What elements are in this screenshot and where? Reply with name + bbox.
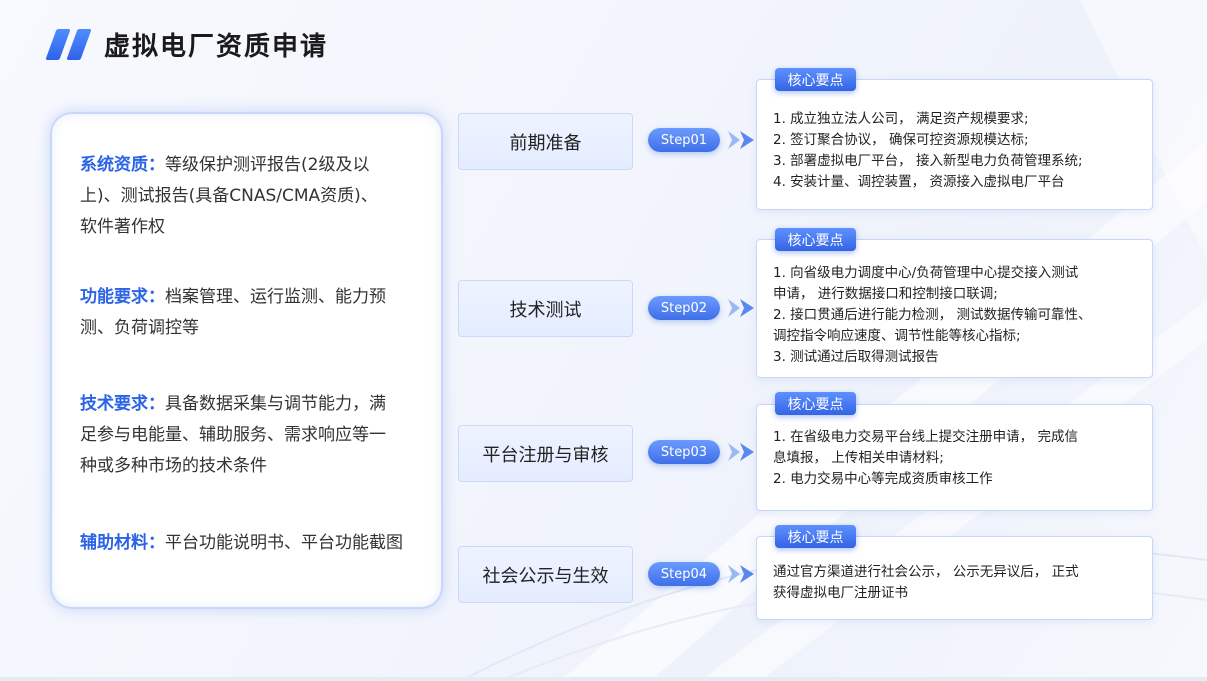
- core-point-line: 1. 在省级电力交易平台线上提交注册申请， 完成信: [773, 429, 1078, 445]
- requirement-label: 功能要求：: [80, 287, 165, 307]
- core-points-tag: 核心要点: [775, 228, 856, 251]
- requirement-text: 测、负荷调控等: [80, 318, 199, 338]
- requirement-text: 软件著作权: [80, 217, 165, 237]
- requirement-text: 等级保护测评报告(2级及以: [165, 155, 370, 175]
- step-name-box: 技术测试: [458, 280, 633, 337]
- core-points-tag: 核心要点: [775, 392, 856, 415]
- requirement-text: 平台功能说明书、平台功能截图: [165, 533, 403, 553]
- core-point-line: 息填报， 上传相关申请材料;: [773, 450, 944, 466]
- requirement-text: 具备数据采集与调节能力，满: [165, 394, 386, 414]
- requirement-text: 种或多种市场的技术条件: [80, 456, 267, 476]
- requirement-system-qualification: 系统资质：等级保护测评报告(2级及以 上)、测试报告(具备CNAS/CMA资质)…: [80, 150, 420, 243]
- step-name-box: 平台注册与审核: [458, 425, 633, 482]
- requirement-text: 档案管理、运行监测、能力预: [165, 287, 386, 307]
- core-points-box: 通过官方渠道进行社会公示， 公示无异议后， 正式 获得虚拟电厂注册证书: [756, 536, 1153, 620]
- page-title: 虚拟电厂资质申请: [104, 32, 329, 62]
- core-point-line: 3. 部署虚拟电厂平台， 接入新型电力负荷管理系统;: [773, 153, 1083, 169]
- double-chevron-arrow-icon: [728, 565, 754, 583]
- step-name-box: 社会公示与生效: [458, 546, 633, 603]
- requirement-label: 技术要求：: [80, 394, 165, 414]
- requirement-function: 功能要求：档案管理、运行监测、能力预 测、负荷调控等: [80, 282, 420, 344]
- core-point-line: 3. 测试通过后取得测试报告: [773, 349, 939, 365]
- bottom-divider: [0, 677, 1207, 681]
- core-points-box: 1. 向省级电力调度中心/负荷管理中心提交接入测试 申请， 进行数据接口和控制接…: [756, 239, 1153, 378]
- core-points-tag: 核心要点: [775, 68, 856, 91]
- requirement-text: 上)、测试报告(具备CNAS/CMA资质)、: [80, 186, 378, 206]
- step-number-badge: Step04: [648, 562, 720, 586]
- core-points-box: 1. 成立独立法人公司， 满足资产规模要求; 2. 签订聚合协议， 确保可控资源…: [756, 79, 1153, 210]
- double-chevron-arrow-icon: [728, 299, 754, 317]
- core-points-tag: 核心要点: [775, 525, 856, 548]
- core-point-line: 2. 电力交易中心等完成资质审核工作: [773, 471, 993, 487]
- core-point-line: 申请， 进行数据接口和控制接口联调;: [773, 286, 998, 302]
- core-points-box: 1. 在省级电力交易平台线上提交注册申请， 完成信 息填报， 上传相关申请材料;…: [756, 404, 1153, 511]
- double-chevron-arrow-icon: [728, 131, 754, 149]
- core-point-line: 2. 签订聚合协议， 确保可控资源规模达标;: [773, 132, 1029, 148]
- core-point-line: 调控指令响应速度、调节性能等核心指标;: [773, 328, 1021, 344]
- step-name-box: 前期准备: [458, 113, 633, 170]
- requirement-materials: 辅助材料：平台功能说明书、平台功能截图: [80, 528, 420, 559]
- requirement-label: 辅助材料：: [80, 533, 165, 553]
- title-slash-icon: [45, 29, 95, 61]
- core-point-line: 2. 接口贯通后进行能力检测， 测试数据传输可靠性、: [773, 307, 1092, 323]
- requirement-text: 足参与电能量、辅助服务、需求响应等一: [80, 425, 386, 445]
- core-point-line: 1. 成立独立法人公司， 满足资产规模要求;: [773, 111, 1029, 127]
- requirements-card: 系统资质：等级保护测评报告(2级及以 上)、测试报告(具备CNAS/CMA资质)…: [50, 112, 443, 609]
- requirement-technical: 技术要求：具备数据采集与调节能力，满 足参与电能量、辅助服务、需求响应等一 种或…: [80, 389, 420, 482]
- step-number-badge: Step03: [648, 440, 720, 464]
- core-point-line: 4. 安装计量、调控装置， 资源接入虚拟电厂平台: [773, 174, 1065, 190]
- requirement-label: 系统资质：: [80, 155, 165, 175]
- step-number-badge: Step02: [648, 296, 720, 320]
- double-chevron-arrow-icon: [728, 443, 754, 461]
- step-number-badge: Step01: [648, 128, 720, 152]
- core-point-line: 1. 向省级电力调度中心/负荷管理中心提交接入测试: [773, 265, 1079, 281]
- core-point-line: 获得虚拟电厂注册证书: [773, 585, 908, 601]
- core-point-line: 通过官方渠道进行社会公示， 公示无异议后， 正式: [773, 564, 1079, 580]
